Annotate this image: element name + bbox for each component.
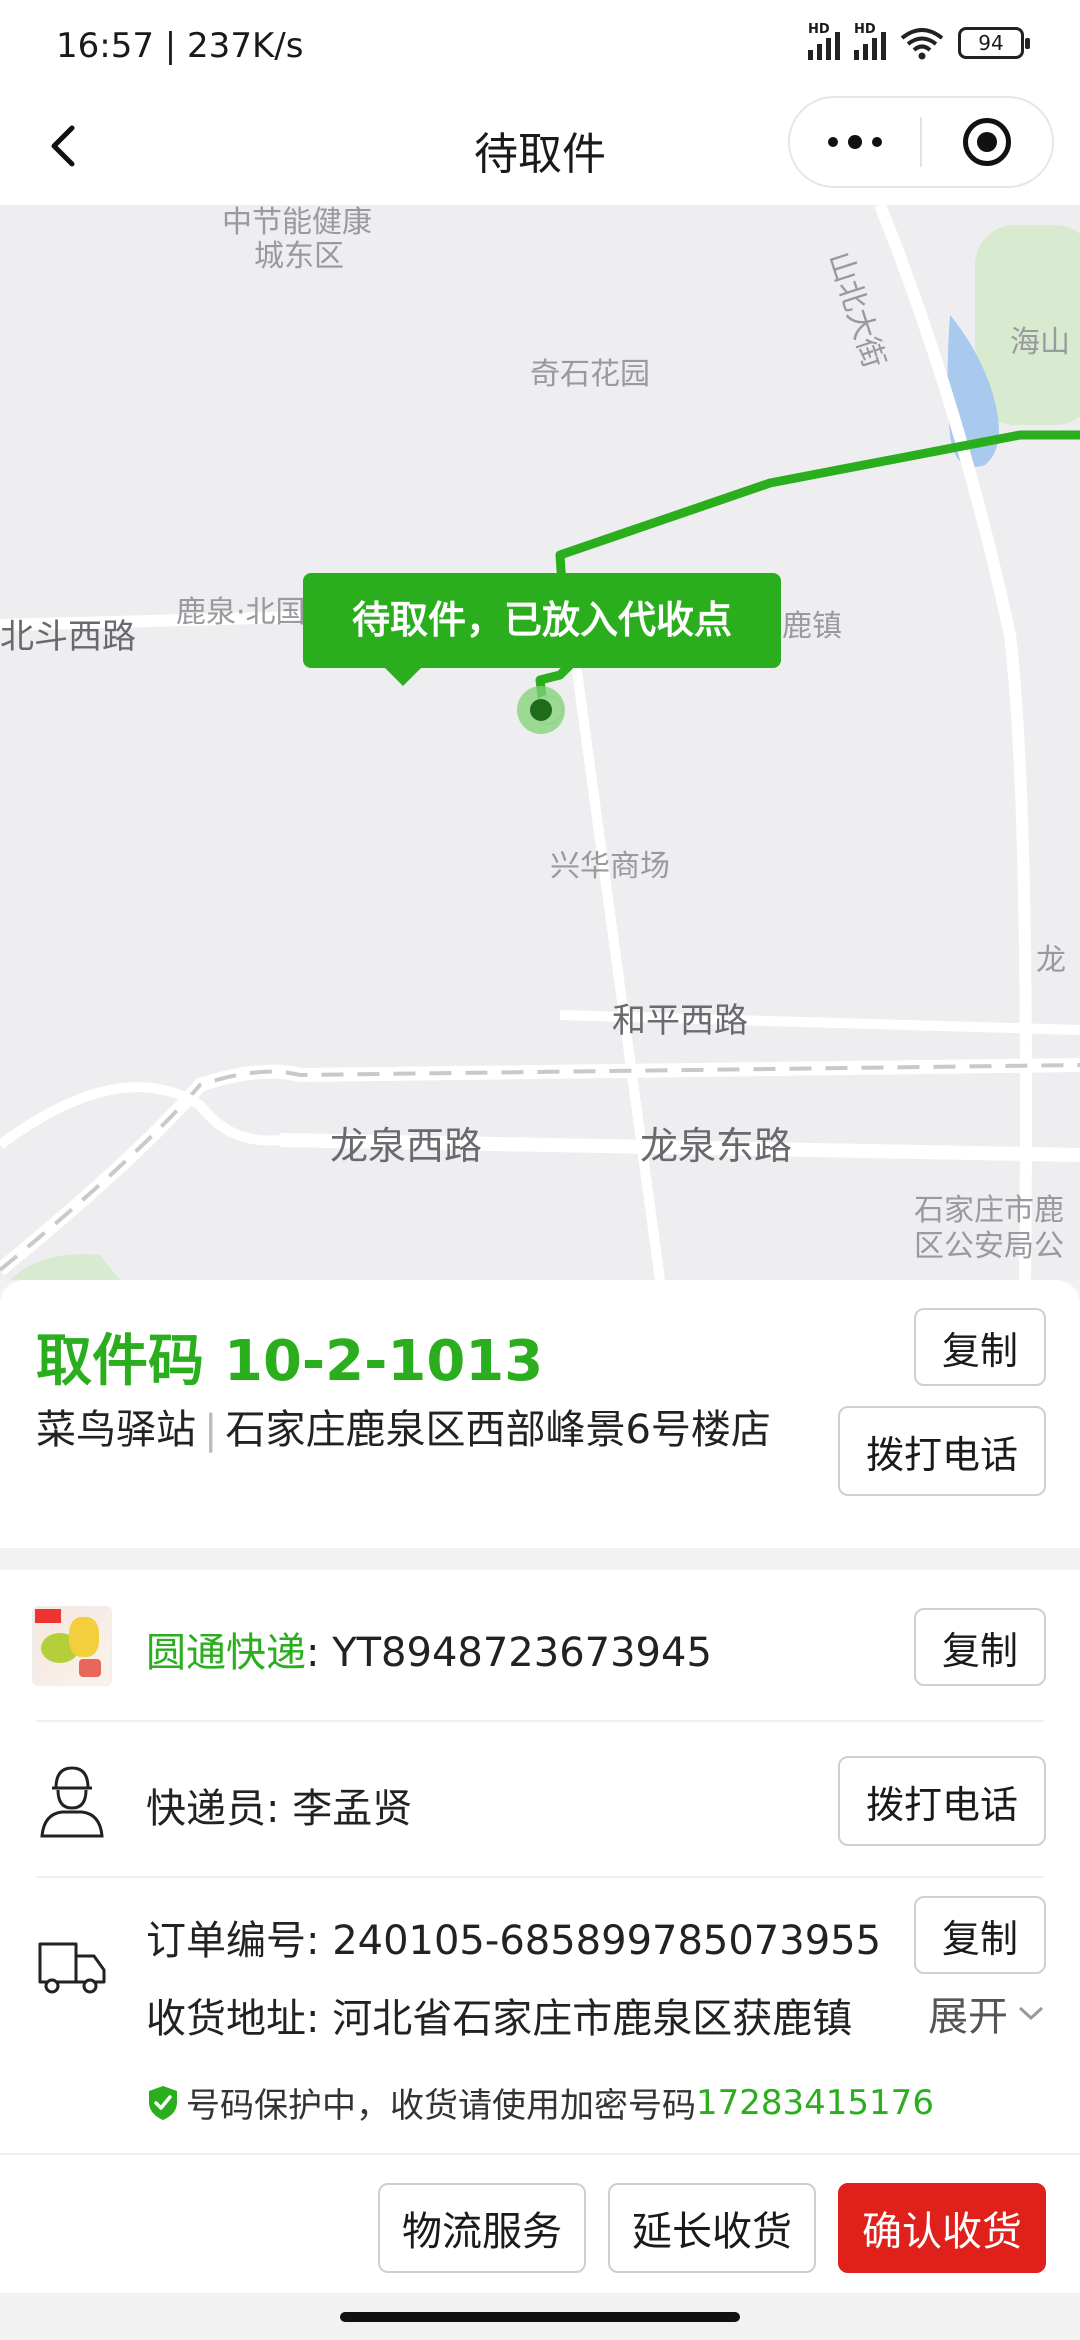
delivery-address: 收货地址: 河北省石家庄市鹿泉区获鹿镇 [146,1996,853,2042]
copy-tracking-button[interactable]: 复制 [914,1608,1046,1686]
home-indicator[interactable] [340,2312,740,2322]
map-label: 龙 [1036,943,1066,978]
details-card: 圆通快递: YT8948723673945 复制 快递员: 李孟贤 拨打电话 订… [0,1570,1080,2153]
map-label: 龙泉东路 [640,1124,793,1168]
station-name: 菜鸟驿站 [36,1407,196,1453]
logistics-service-button[interactable]: 物流服务 [378,2183,586,2273]
station-address: 石家庄鹿泉区西部峰景6号楼店 [225,1407,771,1453]
map-label: 区公安局公 [914,1229,1064,1264]
bottom-action-bar: 物流服务 延长收货 确认收货 [0,2153,1080,2293]
signal-icon: HD [808,22,840,60]
map-view[interactable]: 中节能健康 城东区 山北大街 海山 奇石花园 鹿泉·北国 北斗西路 鹿镇 兴华商… [0,205,1080,1280]
row-divider [36,1876,1044,1878]
miniprogram-capsule [788,96,1054,188]
pickup-code-value: 10-2-1013 [224,1329,544,1394]
tracking-number: : YT8948723673945 [306,1630,712,1676]
courier-icon [40,1766,104,1838]
wifi-icon [900,28,944,60]
pickup-card: 取件码 10-2-1013 菜鸟驿站 | 石家庄鹿泉区西部峰景6号楼店 复制 拨打电话 [0,1280,1080,1548]
status-time: 16:57 | 237K/s [56,26,304,66]
extend-receipt-button[interactable]: 延长收货 [608,2183,816,2273]
map-label: 兴华商场 [550,849,670,884]
map-label: 海山 [1010,325,1070,360]
more-dot-icon [872,137,882,147]
map-label: 城东区 [254,239,344,274]
map-label: 鹿镇 [782,609,842,644]
signal-icon-2: HD [854,22,886,60]
separator: | [204,1407,218,1453]
product-thumbnail[interactable] [32,1606,112,1686]
map-label: 龙泉西路 [330,1124,483,1168]
map-label: 北斗西路 [0,617,136,657]
more-dot-icon [848,135,862,149]
privacy-text: 号码保护中，收货请使用加密号码 [186,2086,696,2126]
pickup-code: 取件码 10-2-1013 [36,1316,543,1397]
map-label: 和平西路 [612,1001,748,1041]
map-label: 奇石花园 [530,357,650,392]
privacy-notice: 号码保护中，收货请使用加密号码 17283415176 [146,2078,934,2127]
call-station-button[interactable]: 拨打电话 [838,1406,1046,1496]
more-dot-icon [828,137,838,147]
confirm-receipt-button[interactable]: 确认收货 [838,2183,1046,2273]
target-icon [963,118,1011,166]
battery-icon: 94 [958,27,1030,59]
map-label: 鹿泉·北国 [176,595,306,630]
carrier-name: 圆通快递 [146,1630,306,1676]
order-number: 订单编号: 240105-685899785073955 [146,1918,882,1964]
expand-address-button[interactable]: 展开 [902,1984,1044,2042]
more-button[interactable] [790,98,920,186]
truck-icon [38,1942,106,1994]
copy-code-button[interactable]: 复制 [914,1308,1046,1386]
call-courier-button[interactable]: 拨打电话 [838,1756,1046,1846]
row-divider [36,1720,1044,1722]
copy-order-button[interactable]: 复制 [914,1896,1046,1974]
tracking-line: 圆通快递: YT8948723673945 [146,1620,712,1678]
expand-label: 展开 [928,1994,1008,2040]
pickup-code-label: 取件码 [36,1329,204,1394]
close-miniprogram-button[interactable] [922,98,1052,186]
nav-bar: 待取件 [0,90,1080,205]
status-icons: HD HD 94 [808,22,1030,60]
status-bar: 16:57 | 237K/s HD HD 94 [0,0,1080,90]
courier-name: 快递员: 李孟贤 [146,1786,413,1832]
pickup-address: 菜鸟驿站 | 石家庄鹿泉区西部峰景6号楼店 [36,1400,826,1460]
chevron-down-icon [1018,2006,1044,2021]
status-bubble: 待取件，已放入代收点 [303,573,781,686]
shield-icon [149,2085,177,2120]
encrypted-number[interactable]: 17283415176 [696,2083,934,2123]
